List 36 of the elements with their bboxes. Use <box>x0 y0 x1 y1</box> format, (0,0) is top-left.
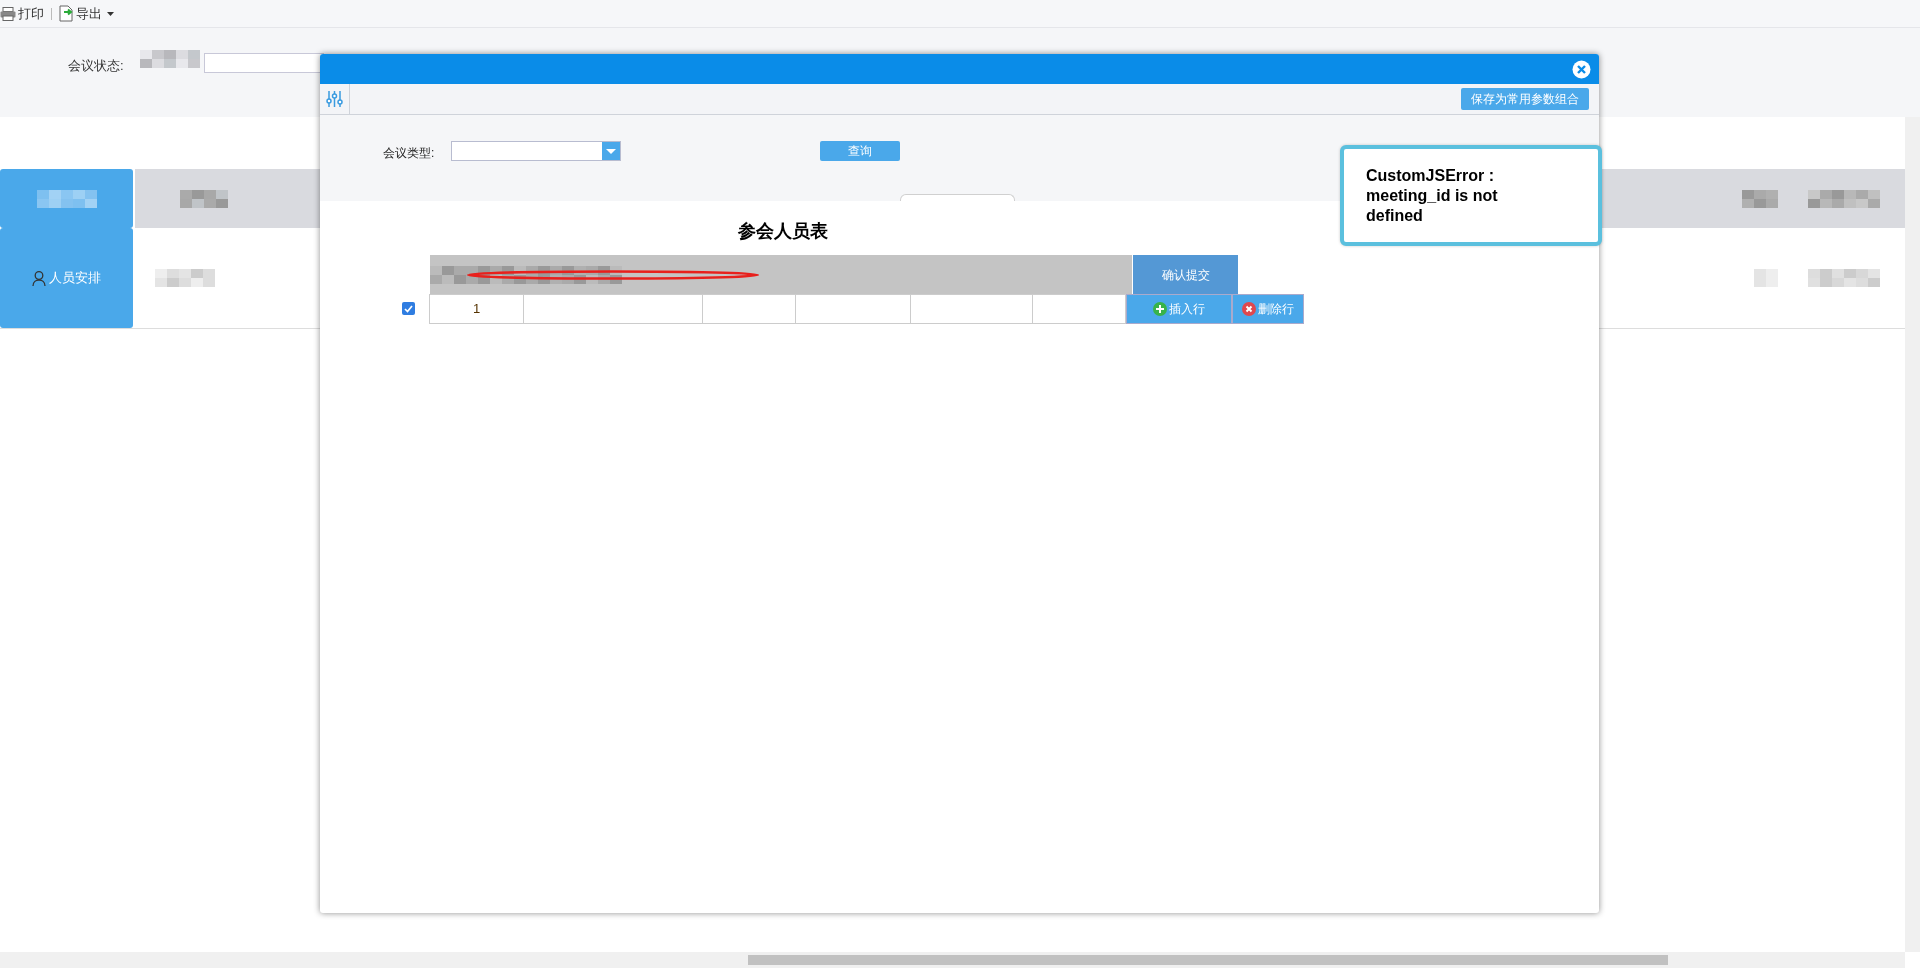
plus-icon <box>1153 302 1167 316</box>
table-cell: 1 <box>429 294 524 324</box>
save-button[interactable]: 保存为常用参数组合 <box>1461 88 1589 110</box>
person-icon <box>32 270 46 286</box>
confirm-button[interactable]: 确认提交 <box>1133 255 1238 294</box>
collapse-tab[interactable] <box>900 194 1015 201</box>
blurred-text <box>140 50 200 68</box>
checkbox[interactable] <box>402 302 415 315</box>
side-button[interactable]: 人员安排 <box>0 228 133 328</box>
blurred-text <box>180 189 228 208</box>
export-button[interactable]: 导出 <box>59 3 114 24</box>
filter-label: 会议状态: <box>68 57 125 75</box>
error-message: CustomJSError : meeting_id is not defined <box>1366 165 1499 226</box>
query-button[interactable]: 查询 <box>820 141 900 161</box>
blurred-text <box>1754 269 1778 287</box>
status-field[interactable] <box>204 53 324 73</box>
scrollbar-thumb[interactable] <box>748 955 1668 965</box>
blurred-text <box>1808 269 1880 287</box>
export-icon <box>59 5 74 22</box>
blurred-text <box>36 189 97 208</box>
blurred-text <box>1808 189 1880 208</box>
filter-label: 会议类型: <box>383 145 436 162</box>
close-icon[interactable] <box>1572 59 1591 79</box>
vertical-scrollbar[interactable] <box>1905 117 1920 952</box>
blurred-text <box>1742 189 1778 208</box>
insert-row-button[interactable]: 插入行 <box>1126 294 1232 324</box>
horizontal-scrollbar[interactable] <box>0 952 1905 968</box>
print-button[interactable]: 打印 <box>0 3 44 24</box>
delete-row-button[interactable]: 删除行 <box>1232 294 1304 324</box>
table-title: 参会人员表 <box>737 220 829 243</box>
sliders-icon <box>326 90 343 108</box>
blurred-text <box>586 265 622 284</box>
type-dropdown[interactable] <box>451 141 621 161</box>
delete-icon <box>1242 302 1256 316</box>
blurred-text <box>155 269 215 287</box>
side-button[interactable] <box>0 169 133 228</box>
